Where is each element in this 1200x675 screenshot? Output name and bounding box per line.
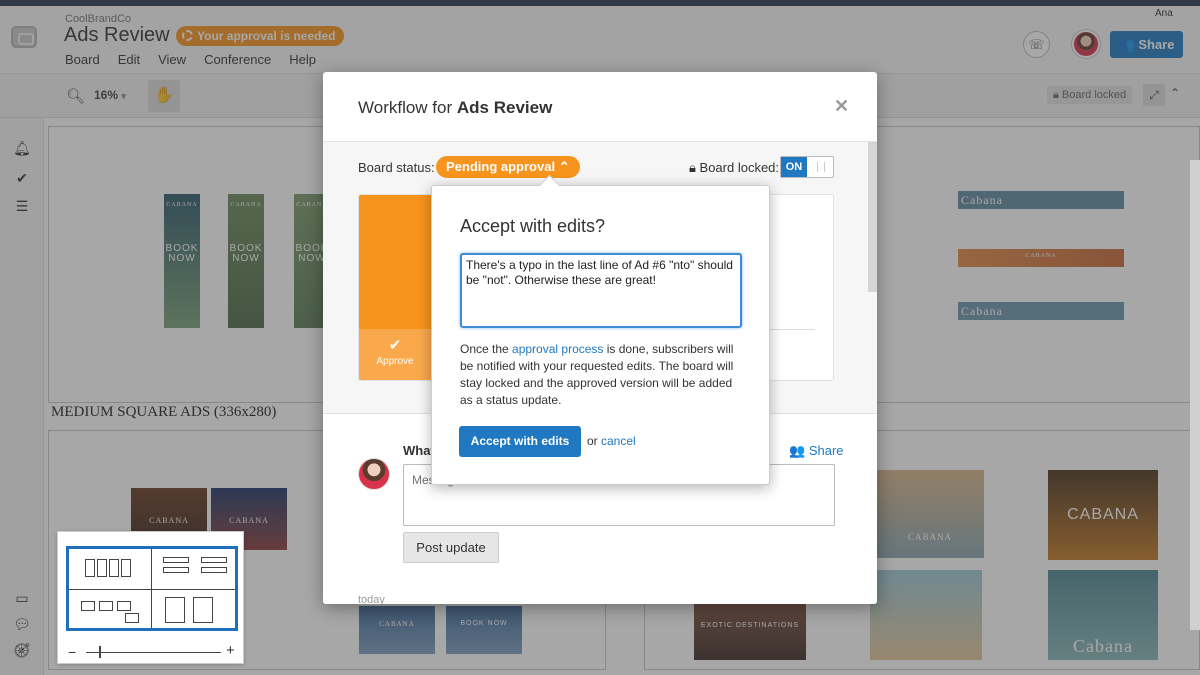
zoom-out-button[interactable]: −	[68, 644, 76, 660]
popover-title: Accept with edits?	[460, 216, 606, 236]
divider	[769, 329, 815, 330]
approval-process-link[interactable]: approval process	[512, 342, 603, 356]
checkmark-icon: ✔	[388, 337, 402, 354]
modal-scrollbar[interactable]	[868, 142, 877, 292]
lock-icon: 🔒︎	[689, 160, 700, 175]
post-update-button[interactable]: Post update	[403, 532, 499, 563]
approve-label: Approve	[376, 356, 414, 367]
zoom-slider-handle[interactable]	[99, 646, 101, 658]
navigator-viewport[interactable]	[66, 546, 238, 631]
approve-button[interactable]: ✔ Approve	[359, 329, 431, 380]
accept-with-edits-popover: Accept with edits? There's a typo in the…	[431, 185, 770, 485]
navigator-block	[163, 567, 189, 573]
navigator-block	[81, 601, 95, 611]
close-icon[interactable]: ✕	[834, 96, 849, 117]
or-text: or	[587, 434, 598, 448]
post-share-label: Share	[808, 443, 844, 458]
post-share-link[interactable]: 👥 Share	[789, 443, 844, 459]
accept-with-edits-button[interactable]: Accept with edits	[459, 426, 581, 457]
navigator-block	[109, 559, 119, 577]
navigator-block	[85, 559, 95, 577]
modal-title: Workflow for Ads Review	[358, 98, 552, 118]
users-icon: 👥	[789, 443, 809, 458]
post-prompt: What	[403, 443, 435, 458]
status-dropdown[interactable]: Pending approval ⌃	[436, 156, 580, 178]
navigator-block	[117, 601, 131, 611]
approve-tile[interactable]: ✔ Approve	[359, 195, 431, 380]
board-locked-label: 🔒︎ Board locked:	[689, 160, 779, 176]
navigator-block	[163, 557, 189, 563]
page-scrollbar[interactable]	[1190, 160, 1200, 630]
navigator-block	[125, 613, 139, 623]
board-locked-toggle[interactable]: ON	[780, 156, 834, 178]
modal-title-board: Ads Review	[456, 98, 553, 117]
navigator-block	[193, 597, 213, 623]
board-status-label: Board status:	[358, 160, 435, 175]
navigator-block	[201, 567, 227, 573]
navigator-block	[165, 597, 185, 623]
cancel-link[interactable]: cancel	[601, 434, 636, 448]
navigator-block	[99, 601, 113, 611]
navigator-block	[201, 557, 227, 563]
zoom-in-button[interactable]: +	[226, 642, 235, 659]
avatar	[358, 458, 390, 490]
zoom-slider[interactable]	[86, 652, 221, 653]
chevron-up-icon: ⌃	[558, 159, 570, 174]
modal-title-prefix: Workflow for	[358, 98, 453, 117]
board-locked-text: Board locked:	[699, 160, 780, 175]
toggle-grip-icon	[817, 162, 825, 172]
status-dropdown-label: Pending approval	[446, 159, 556, 174]
navigator-block	[97, 559, 107, 577]
edits-textarea[interactable]: There's a typo in the last line of Ad #6…	[460, 253, 742, 328]
modal-header: Workflow for Ads Review ✕	[323, 72, 877, 142]
navigator-block	[121, 559, 131, 577]
popover-description: Once the approval process is done, subsc…	[460, 341, 745, 409]
navigator-divider	[69, 589, 235, 590]
board-navigator[interactable]: − +	[57, 531, 244, 664]
timeline-date-label: today	[358, 594, 385, 604]
desc-before: Once the	[460, 342, 513, 356]
toggle-on-label: ON	[781, 157, 807, 177]
